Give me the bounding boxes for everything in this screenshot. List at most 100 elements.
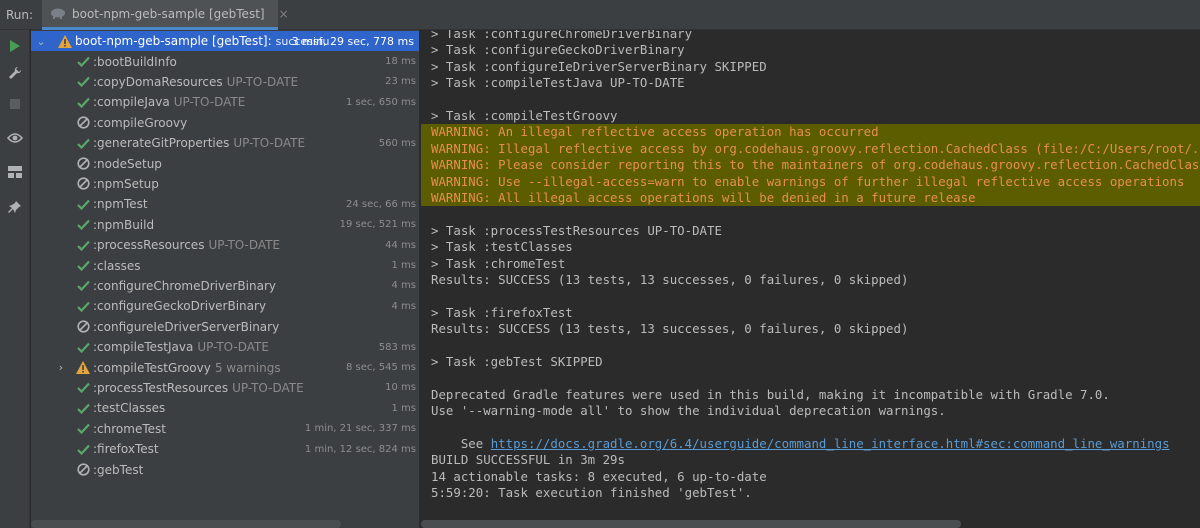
stop-icon[interactable] <box>5 94 25 114</box>
check-icon <box>75 278 91 294</box>
console-line: > Task :processTestResources UP-TO-DATE <box>431 222 722 238</box>
check-icon <box>75 298 91 314</box>
tree-task-row[interactable]: ›:classes1 ms <box>31 255 419 275</box>
task-name: :compileTestJava <box>93 340 194 355</box>
task-duration: 24 sec, 66 ms <box>346 198 416 210</box>
task-name: :compileTestGroovy <box>93 360 211 375</box>
tree-root-row[interactable]: ⌄ boot-npm-geb-sample [gebTest]: success… <box>31 31 419 52</box>
tree-scrollbar[interactable] <box>31 520 341 528</box>
tree-task-row[interactable]: ›:npmSetup <box>31 174 419 194</box>
console-line: > Task :configureIeDriverServerBinary SK… <box>431 58 767 74</box>
run-tab[interactable]: boot-npm-geb-sample [gebTest] × <box>42 0 289 30</box>
tree-task-row[interactable]: ›:bootBuildInfo18 ms <box>31 51 419 71</box>
run-tab-title: boot-npm-geb-sample [gebTest] <box>72 6 265 21</box>
layout-icon[interactable] <box>5 162 25 182</box>
skipped-icon <box>75 319 91 335</box>
tree-task-row[interactable]: ›:npmBuild19 sec, 521 ms <box>31 215 419 235</box>
tree-task-row[interactable]: ›:configureChromeDriverBinary4 ms <box>31 276 419 296</box>
task-name: :configureGeckoDriverBinary <box>93 299 267 314</box>
close-icon[interactable]: × <box>279 7 289 21</box>
task-name: :npmTest <box>93 197 148 212</box>
skipped-icon <box>75 115 91 131</box>
tree-task-row[interactable]: ›:configureGeckoDriverBinary4 ms <box>31 296 419 316</box>
tree-task-row[interactable]: ›:configureIeDriverServerBinary <box>31 317 419 337</box>
task-duration: 1 sec, 650 ms <box>346 96 416 108</box>
console-line: Use '--warning-mode all' to show the ind… <box>431 403 946 419</box>
tree-task-row[interactable]: ›:npmTest24 sec, 66 ms <box>31 194 419 214</box>
run-label: Run: <box>6 8 34 22</box>
docs-link[interactable]: https://docs.gradle.org/6.4/userguide/co… <box>491 436 1170 451</box>
tree-task-row[interactable]: ›:chromeTest1 min, 21 sec, 337 ms <box>31 419 419 439</box>
console-scrollbar[interactable] <box>421 520 961 528</box>
console-output: > Task :configureChromeDriverBinary > Tas… <box>421 30 1200 528</box>
console-line: BUILD SUCCESSFUL in 3m 29s <box>431 452 625 468</box>
task-name: :bootBuildInfo <box>93 54 177 69</box>
tree-task-row[interactable]: ›:processTestResourcesUP-TO-DATE10 ms <box>31 378 419 398</box>
tree-task-row[interactable]: ›:compileGroovy <box>31 113 419 133</box>
task-status: UP-TO-DATE <box>232 380 304 395</box>
task-duration: 18 ms <box>385 56 416 68</box>
console-line: > Task :chromeTest <box>431 255 566 271</box>
check-icon <box>75 380 91 396</box>
run-header: ... Run: boot-npm-geb-sample [gebTest] × <box>0 0 1200 30</box>
task-duration: 23 ms <box>385 76 416 88</box>
task-duration: 10 ms <box>385 382 416 394</box>
tree-task-row[interactable]: ›:firefoxTest1 min, 12 sec, 824 ms <box>31 439 419 459</box>
skipped-icon <box>75 462 91 478</box>
tree-task-row[interactable]: ›:nodeSetup <box>31 153 419 173</box>
chevron-right-icon[interactable]: › <box>55 361 67 374</box>
tree-root-name: boot-npm-geb-sample [gebTest]: <box>75 34 272 49</box>
gradle-elephant-icon <box>50 4 66 23</box>
task-status: UP-TO-DATE <box>197 340 269 355</box>
build-tree: ⌄ boot-npm-geb-sample [gebTest]: success… <box>31 30 420 528</box>
tree-task-row[interactable]: ›:compileTestJavaUP-TO-DATE583 ms <box>31 337 419 357</box>
tree-task-row[interactable]: ›:processResourcesUP-TO-DATE44 ms <box>31 235 419 255</box>
task-name: :firefoxTest <box>93 442 159 457</box>
tree-task-row[interactable]: ›:compileJavaUP-TO-DATE1 sec, 650 ms <box>31 92 419 112</box>
console-line: > Task :configureChromeDriverBinary <box>431 30 693 41</box>
console-line: WARNING: Use --illegal-access=warn to en… <box>431 173 1185 189</box>
task-duration: 19 sec, 521 ms <box>339 219 416 231</box>
skipped-icon <box>75 176 91 192</box>
console-line: Results: SUCCESS (13 tests, 13 successes… <box>431 321 909 337</box>
task-name: :chromeTest <box>93 421 166 436</box>
console-line: WARNING: An illegal reflective access op… <box>431 124 879 140</box>
task-status: 5 warnings <box>214 360 281 375</box>
console-line: WARNING: All illegal access operations w… <box>431 190 976 205</box>
task-duration: 1 ms <box>391 402 417 414</box>
check-icon <box>75 54 91 70</box>
task-status: UP-TO-DATE <box>233 136 306 151</box>
tree-task-row[interactable]: ›:generateGitPropertiesUP-TO-DATE560 ms <box>31 133 419 153</box>
console-line: 5:59:20: Task execution finished 'gebTes… <box>431 485 752 501</box>
check-icon <box>75 135 91 151</box>
task-duration: 583 ms <box>378 341 416 353</box>
eye-icon[interactable] <box>5 128 25 148</box>
task-duration: 4 ms <box>391 300 417 312</box>
task-name: :generateGitProperties <box>93 136 230 151</box>
check-icon <box>75 217 91 233</box>
tree-task-row[interactable]: ›:copyDomaResourcesUP-TO-DATE23 ms <box>31 72 419 92</box>
task-status: UP-TO-DATE <box>173 95 246 110</box>
task-name: :npmBuild <box>93 217 155 232</box>
console-line: > Task :compileTestGroovy <box>431 108 618 123</box>
check-icon <box>75 339 91 355</box>
console-line: > Task :compileTestJava UP-TO-DATE <box>431 75 685 91</box>
console-see-line: See https://docs.gradle.org/6.4/userguid… <box>431 420 1170 451</box>
wrench-icon[interactable] <box>5 63 25 83</box>
console-line: > Task :firefoxTest <box>431 304 573 320</box>
task-duration: 1 min, 21 sec, 337 ms <box>304 423 416 435</box>
tree-task-row[interactable]: ›:compileTestGroovy 5 warnings 8 sec, 545 … <box>31 357 419 377</box>
task-name: :processTestResources <box>93 380 229 395</box>
check-icon <box>75 421 91 437</box>
tree-task-row[interactable]: ›:testClasses1 ms <box>31 398 419 418</box>
check-icon <box>75 441 91 457</box>
check-icon <box>75 400 91 416</box>
task-status: UP-TO-DATE <box>226 74 299 89</box>
warning-icon <box>57 33 73 49</box>
run-toolbar <box>0 30 30 528</box>
task-name: :gebTest <box>93 462 144 477</box>
chevron-down-icon[interactable]: ⌄ <box>35 35 47 48</box>
tree-task-row[interactable]: ›:gebTest <box>31 459 419 479</box>
pin-icon[interactable] <box>5 197 25 217</box>
run-icon[interactable] <box>5 36 25 56</box>
